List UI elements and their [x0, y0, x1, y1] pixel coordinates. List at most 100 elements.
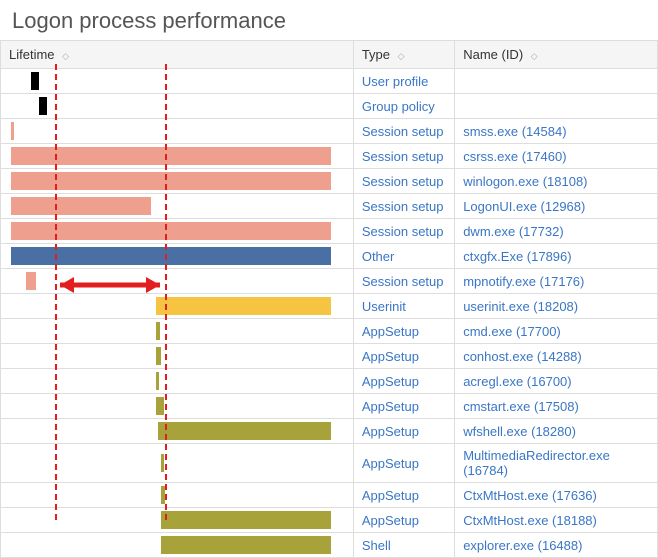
type-link[interactable]: AppSetup	[362, 349, 419, 364]
type-cell: Shell	[353, 533, 454, 558]
lifetime-cell	[1, 269, 354, 294]
table-row: AppSetup CtxMtHost.exe (17636)	[1, 483, 658, 508]
table-row: Group policy	[1, 94, 658, 119]
lifetime-cell	[1, 369, 354, 394]
name-link[interactable]: winlogon.exe (18108)	[463, 174, 587, 189]
name-cell	[455, 94, 658, 119]
timeline-bar	[11, 172, 331, 190]
col-header-type[interactable]: Type ◇	[353, 41, 454, 69]
type-cell: Session setup	[353, 144, 454, 169]
name-cell: smss.exe (14584)	[455, 119, 658, 144]
name-link[interactable]: cmstart.exe (17508)	[463, 399, 579, 414]
type-link[interactable]: Session setup	[362, 274, 444, 289]
name-link[interactable]: csrss.exe (17460)	[463, 149, 566, 164]
sort-icon: ◇	[398, 52, 405, 61]
col-header-lifetime-label: Lifetime	[1, 47, 55, 62]
timeline-bar	[156, 297, 331, 315]
table-row: Other ctxgfx.Exe (17896)	[1, 244, 658, 269]
type-link[interactable]: AppSetup	[362, 456, 419, 471]
type-cell: AppSetup	[353, 444, 454, 483]
timeline-bar	[11, 247, 331, 265]
sort-icon: ◇	[62, 52, 69, 61]
table-row: AppSetup CtxMtHost.exe (18188)	[1, 508, 658, 533]
process-table: Lifetime ◇ Type ◇ Name (ID) ◇ User profi…	[0, 40, 658, 558]
name-link[interactable]: conhost.exe (14288)	[463, 349, 582, 364]
lifetime-cell	[1, 419, 354, 444]
name-link[interactable]: cmd.exe (17700)	[463, 324, 561, 339]
name-link[interactable]: MultimediaRedirector.exe (16784)	[463, 448, 610, 478]
type-link[interactable]: AppSetup	[362, 488, 419, 503]
name-cell: CtxMtHost.exe (17636)	[455, 483, 658, 508]
lifetime-cell	[1, 533, 354, 558]
lifetime-cell	[1, 244, 354, 269]
type-link[interactable]: Session setup	[362, 124, 444, 139]
lifetime-cell	[1, 444, 354, 483]
type-link[interactable]: Session setup	[362, 174, 444, 189]
name-link[interactable]: explorer.exe (16488)	[463, 538, 582, 553]
name-link[interactable]: CtxMtHost.exe (17636)	[463, 488, 597, 503]
type-link[interactable]: Session setup	[362, 149, 444, 164]
name-link[interactable]: smss.exe (14584)	[463, 124, 566, 139]
type-link[interactable]: Group policy	[362, 99, 435, 114]
name-cell	[455, 69, 658, 94]
type-cell: AppSetup	[353, 508, 454, 533]
table-row: Session setup smss.exe (14584)	[1, 119, 658, 144]
timeline-bar	[11, 222, 331, 240]
name-link[interactable]: CtxMtHost.exe (18188)	[463, 513, 597, 528]
table-row: Session setup dwm.exe (17732)	[1, 219, 658, 244]
table-row: AppSetup cmstart.exe (17508)	[1, 394, 658, 419]
timeline-bar	[161, 511, 331, 529]
type-cell: Userinit	[353, 294, 454, 319]
table-row: AppSetup conhost.exe (14288)	[1, 344, 658, 369]
lifetime-cell	[1, 119, 354, 144]
type-cell: Session setup	[353, 169, 454, 194]
timeline-bar	[161, 536, 331, 554]
type-link[interactable]: AppSetup	[362, 374, 419, 389]
lifetime-cell	[1, 144, 354, 169]
page-title: Logon process performance	[0, 0, 658, 40]
table-row: AppSetup MultimediaRedirector.exe (16784)	[1, 444, 658, 483]
table-row: Session setup mpnotify.exe (17176)	[1, 269, 658, 294]
type-link[interactable]: Shell	[362, 538, 391, 553]
type-link[interactable]: Session setup	[362, 224, 444, 239]
lifetime-cell	[1, 294, 354, 319]
name-cell: acregl.exe (16700)	[455, 369, 658, 394]
name-link[interactable]: mpnotify.exe (17176)	[463, 274, 584, 289]
col-header-name-label: Name (ID)	[463, 47, 523, 62]
name-link[interactable]: userinit.exe (18208)	[463, 299, 578, 314]
type-link[interactable]: Session setup	[362, 199, 444, 214]
timeline-bar	[31, 72, 39, 90]
table-row: User profile	[1, 69, 658, 94]
type-cell: AppSetup	[353, 419, 454, 444]
type-cell: Session setup	[353, 119, 454, 144]
col-header-type-label: Type	[362, 47, 390, 62]
type-link[interactable]: Userinit	[362, 299, 406, 314]
type-link[interactable]: User profile	[362, 74, 428, 89]
name-cell: dwm.exe (17732)	[455, 219, 658, 244]
name-link[interactable]: dwm.exe (17732)	[463, 224, 563, 239]
col-header-name[interactable]: Name (ID) ◇	[455, 41, 658, 69]
timeline-bar	[11, 147, 331, 165]
table-row: Shell explorer.exe (16488)	[1, 533, 658, 558]
lifetime-cell	[1, 508, 354, 533]
type-link[interactable]: Other	[362, 249, 395, 264]
type-link[interactable]: AppSetup	[362, 424, 419, 439]
lifetime-cell	[1, 194, 354, 219]
timeline-bar	[156, 397, 164, 415]
type-link[interactable]: AppSetup	[362, 399, 419, 414]
lifetime-cell	[1, 219, 354, 244]
table-row: Session setup csrss.exe (17460)	[1, 144, 658, 169]
name-link[interactable]: ctxgfx.Exe (17896)	[463, 249, 571, 264]
lifetime-cell	[1, 169, 354, 194]
name-link[interactable]: acregl.exe (16700)	[463, 374, 571, 389]
timeline-bar	[161, 454, 164, 472]
name-link[interactable]: LogonUI.exe (12968)	[463, 199, 585, 214]
name-cell: LogonUI.exe (12968)	[455, 194, 658, 219]
col-header-lifetime[interactable]: Lifetime ◇	[1, 41, 354, 69]
type-link[interactable]: AppSetup	[362, 324, 419, 339]
name-cell: conhost.exe (14288)	[455, 344, 658, 369]
type-link[interactable]: AppSetup	[362, 513, 419, 528]
name-link[interactable]: wfshell.exe (18280)	[463, 424, 576, 439]
name-cell: mpnotify.exe (17176)	[455, 269, 658, 294]
lifetime-cell	[1, 319, 354, 344]
